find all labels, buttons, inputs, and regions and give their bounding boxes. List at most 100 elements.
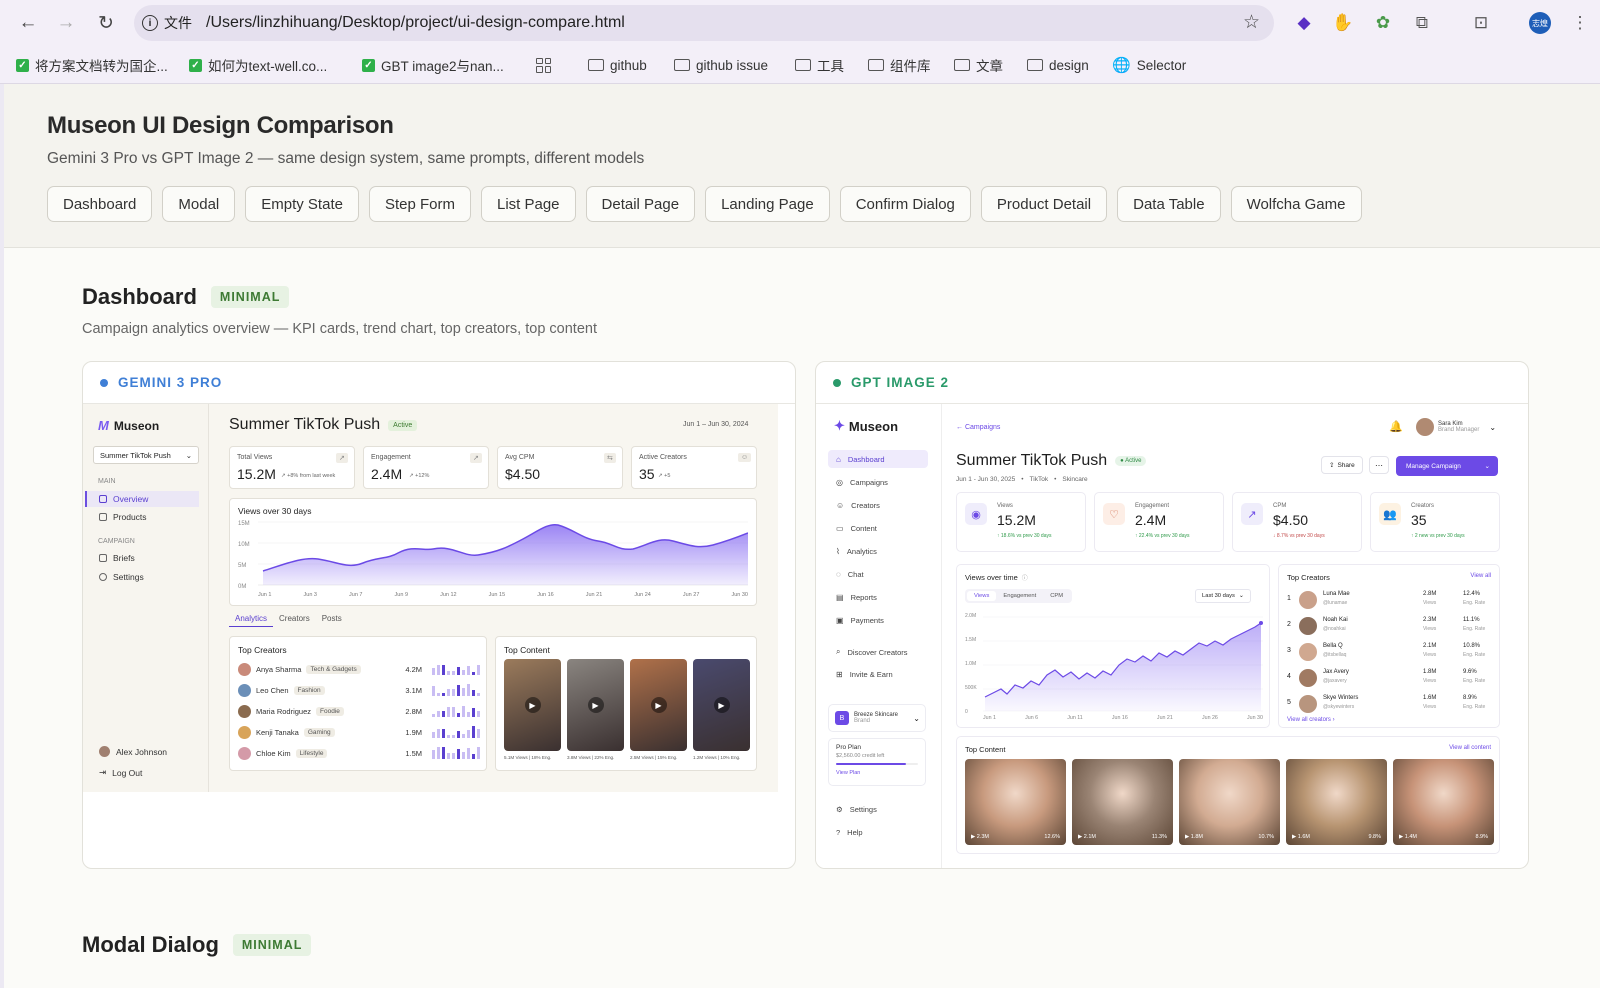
nav-item-invite-earn[interactable]: ⊞ Invite & Earn <box>836 670 893 679</box>
creator-row[interactable]: Leo Chen Fashion 3.1M <box>238 683 480 697</box>
nav-item-content[interactable]: ▭ Content <box>828 519 928 537</box>
bookmark-folder[interactable]: 文章 <box>954 55 1003 75</box>
reload-icon[interactable]: ↻ <box>94 11 118 35</box>
chart-tab-engagement[interactable]: Engagement <box>996 591 1043 601</box>
user-profile[interactable]: Alex Johnson <box>99 746 167 757</box>
nav-item-help[interactable]: ? Help <box>836 828 863 837</box>
logout-button[interactable]: ⇥ Log Out <box>99 767 142 778</box>
content-thumbnail[interactable]: ▶ <box>693 659 750 751</box>
subtab-analytics[interactable]: Analytics <box>229 614 274 627</box>
chart-tab-views[interactable]: Views <box>967 591 997 601</box>
view-plan-link[interactable]: View Plan <box>836 770 918 776</box>
x-tick: Jun 26 <box>1201 715 1218 721</box>
creator-row[interactable]: 5 Skye Winters @skyewinters 1.6M Views 8.9% En… <box>1287 693 1493 715</box>
tab-landing-page[interactable]: Landing Page <box>705 186 830 222</box>
bookmark-item[interactable]: ✓ 如何为text-well.co... <box>189 55 327 75</box>
extension-diamond-icon[interactable]: ◆ <box>1293 12 1315 34</box>
campaign-select[interactable]: Summer TikTok Push ⌄ <box>93 446 199 464</box>
menu-kebab-icon[interactable]: ⋮ <box>1569 12 1591 34</box>
sidebar-item-overview[interactable]: Overview <box>85 491 199 507</box>
creator-name: Maria Rodriguez <box>256 706 312 716</box>
subtab-creators[interactable]: Creators <box>273 614 316 627</box>
creator-row[interactable]: Anya Sharma Tech & Gadgets 4.2M <box>238 662 480 676</box>
address-bar[interactable]: i 文件 /Users/linzhihuang/Desktop/project/… <box>134 5 1274 41</box>
content-thumbnail[interactable]: ▶ 1.8M 10.7% <box>1179 759 1280 845</box>
bookmark-item[interactable]: ✓ 将方案文档转为国企... <box>16 55 168 75</box>
tab-wolfcha-game[interactable]: Wolfcha Game <box>1230 186 1362 222</box>
bookmark-folder[interactable]: 组件库 <box>868 55 931 75</box>
range-select[interactable]: Last 30 days ⌄ <box>1195 589 1251 603</box>
creator-row[interactable]: 3 Bella Q @itsbellaq 2.1M Views 10.8% Eng. Rat… <box>1287 641 1493 663</box>
brand-switcher[interactable]: B Breeze Skincare Brand ⌄ <box>828 704 926 732</box>
content-thumbnail[interactable]: ▶ <box>504 659 561 751</box>
sidebar-item-briefs[interactable]: Briefs <box>99 553 135 563</box>
share-button[interactable]: ⇪ Share <box>1321 456 1363 474</box>
creator-row[interactable]: Kenji Tanaka Gaming 1.9M <box>238 725 480 739</box>
tab-product-detail[interactable]: Product Detail <box>980 186 1108 222</box>
content-thumbnail[interactable]: ▶ <box>630 659 687 751</box>
nav-item-chat[interactable]: ◌ Chat <box>828 565 928 583</box>
nav-item-creators[interactable]: ☺ Creators <box>828 496 928 514</box>
bell-icon[interactable]: 🔔 <box>1389 420 1403 433</box>
more-options-button[interactable]: ⋯ <box>1369 456 1389 474</box>
creator-tag: Lifestyle <box>295 748 328 758</box>
content-thumbnail[interactable]: ▶ 1.4M 8.9% <box>1393 759 1494 845</box>
view-all-link[interactable]: View all <box>1470 573 1491 579</box>
content-thumbnail[interactable]: ▶ 1.6M 9.8% <box>1286 759 1387 845</box>
nav-item-campaigns[interactable]: ◎ Campaigns <box>828 473 928 491</box>
creator-row[interactable]: 4 Jax Avery @jaxavery 1.8M Views 9.6% Eng. Rat… <box>1287 667 1493 689</box>
sidebar-item-settings[interactable]: Settings <box>99 572 144 582</box>
bookmark-item[interactable]: 🌐 Selector <box>1112 55 1186 75</box>
creator-row[interactable]: 2 Noah Kai @noahkai 2.3M Views 11.1% Eng. Rate <box>1287 615 1493 637</box>
nav-item-settings[interactable]: ⚙ Settings <box>836 805 877 814</box>
apps-grid-icon[interactable] <box>536 55 551 75</box>
creator-row[interactable]: 1 Luna Mae @lunamae 2.8M Views 12.4% Eng. Rate <box>1287 589 1493 611</box>
bookmark-label: design <box>1049 57 1089 73</box>
content-thumbnail[interactable]: ▶ 2.3M 12.6% <box>965 759 1066 845</box>
back-icon[interactable]: ← <box>16 11 40 35</box>
breadcrumb[interactable]: ← Campaigns <box>956 424 1000 431</box>
bookmark-folder[interactable]: github issue <box>674 55 768 75</box>
extension-puzzle-color-icon[interactable]: ✿ <box>1372 12 1394 34</box>
col-rate-label: Eng. Rate <box>1463 600 1486 606</box>
gpt-title-row: Summer TikTok Push ● Active <box>956 452 1147 470</box>
bookmark-folder[interactable]: github <box>588 55 647 75</box>
forward-icon[interactable]: → <box>54 11 78 35</box>
site-info-chip[interactable]: i 文件 <box>142 11 192 35</box>
tab-list-page[interactable]: List Page <box>480 186 576 222</box>
nav-item-dashboard[interactable]: ⌂ Dashboard <box>828 450 928 468</box>
bookmark-folder[interactable]: 工具 <box>795 55 844 75</box>
bookmark-folder[interactable]: design <box>1027 55 1089 75</box>
tab-modal[interactable]: Modal <box>162 186 236 222</box>
extension-hand-icon[interactable]: ✋ <box>1332 12 1354 34</box>
manage-campaign-button[interactable]: Manage Campaign ⌄ <box>1396 456 1498 476</box>
profile-avatar[interactable]: 志煌 <box>1529 12 1551 34</box>
bookmark-star-icon[interactable]: ☆ <box>1243 11 1260 34</box>
tab-dashboard[interactable]: Dashboard <box>47 186 153 222</box>
view-all-creators-link[interactable]: View all creators › <box>1287 717 1335 723</box>
content-thumbnail[interactable]: ▶ <box>567 659 624 751</box>
tab-detail-page[interactable]: Detail Page <box>585 186 696 222</box>
extensions-icon[interactable]: ⧉ <box>1411 12 1433 34</box>
view-all-link[interactable]: View all content <box>1449 745 1491 751</box>
sidebar-item-products[interactable]: Products <box>99 512 147 522</box>
tab-data-table[interactable]: Data Table <box>1117 186 1221 222</box>
tab-empty-state[interactable]: Empty State <box>245 186 359 222</box>
user-menu[interactable]: Sara Kim Brand Manager ⌄ <box>1416 418 1496 436</box>
nav-item-payments[interactable]: ▣ Payments <box>828 611 928 629</box>
kpi-label: Total Views <box>237 454 273 461</box>
tab-step-form[interactable]: Step Form <box>368 186 471 222</box>
content-thumbnail[interactable]: ▶ 2.1M 11.3% <box>1072 759 1173 845</box>
bookmark-item[interactable]: ✓ GBT image2与nan... <box>362 55 504 75</box>
nav-item-discover-creators[interactable]: ⌕ Discover Creators <box>836 647 908 657</box>
tab-search-icon[interactable]: ⊡ <box>1470 12 1492 34</box>
creator-row[interactable]: Chloe Kim Lifestyle 1.5M <box>238 746 480 760</box>
tab-confirm-dialog[interactable]: Confirm Dialog <box>839 186 971 222</box>
nav-item-analytics[interactable]: ⌇ Analytics <box>828 542 928 560</box>
subtab-posts[interactable]: Posts <box>316 614 348 627</box>
url-text[interactable]: /Users/linzhihuang/Desktop/project/ui-de… <box>206 14 625 32</box>
chart-tab-cpm[interactable]: CPM <box>1043 591 1070 601</box>
share-label: Share <box>1337 461 1355 469</box>
creator-row[interactable]: Maria Rodriguez Foodie 2.8M <box>238 704 480 718</box>
nav-item-reports[interactable]: ▤ Reports <box>828 588 928 606</box>
